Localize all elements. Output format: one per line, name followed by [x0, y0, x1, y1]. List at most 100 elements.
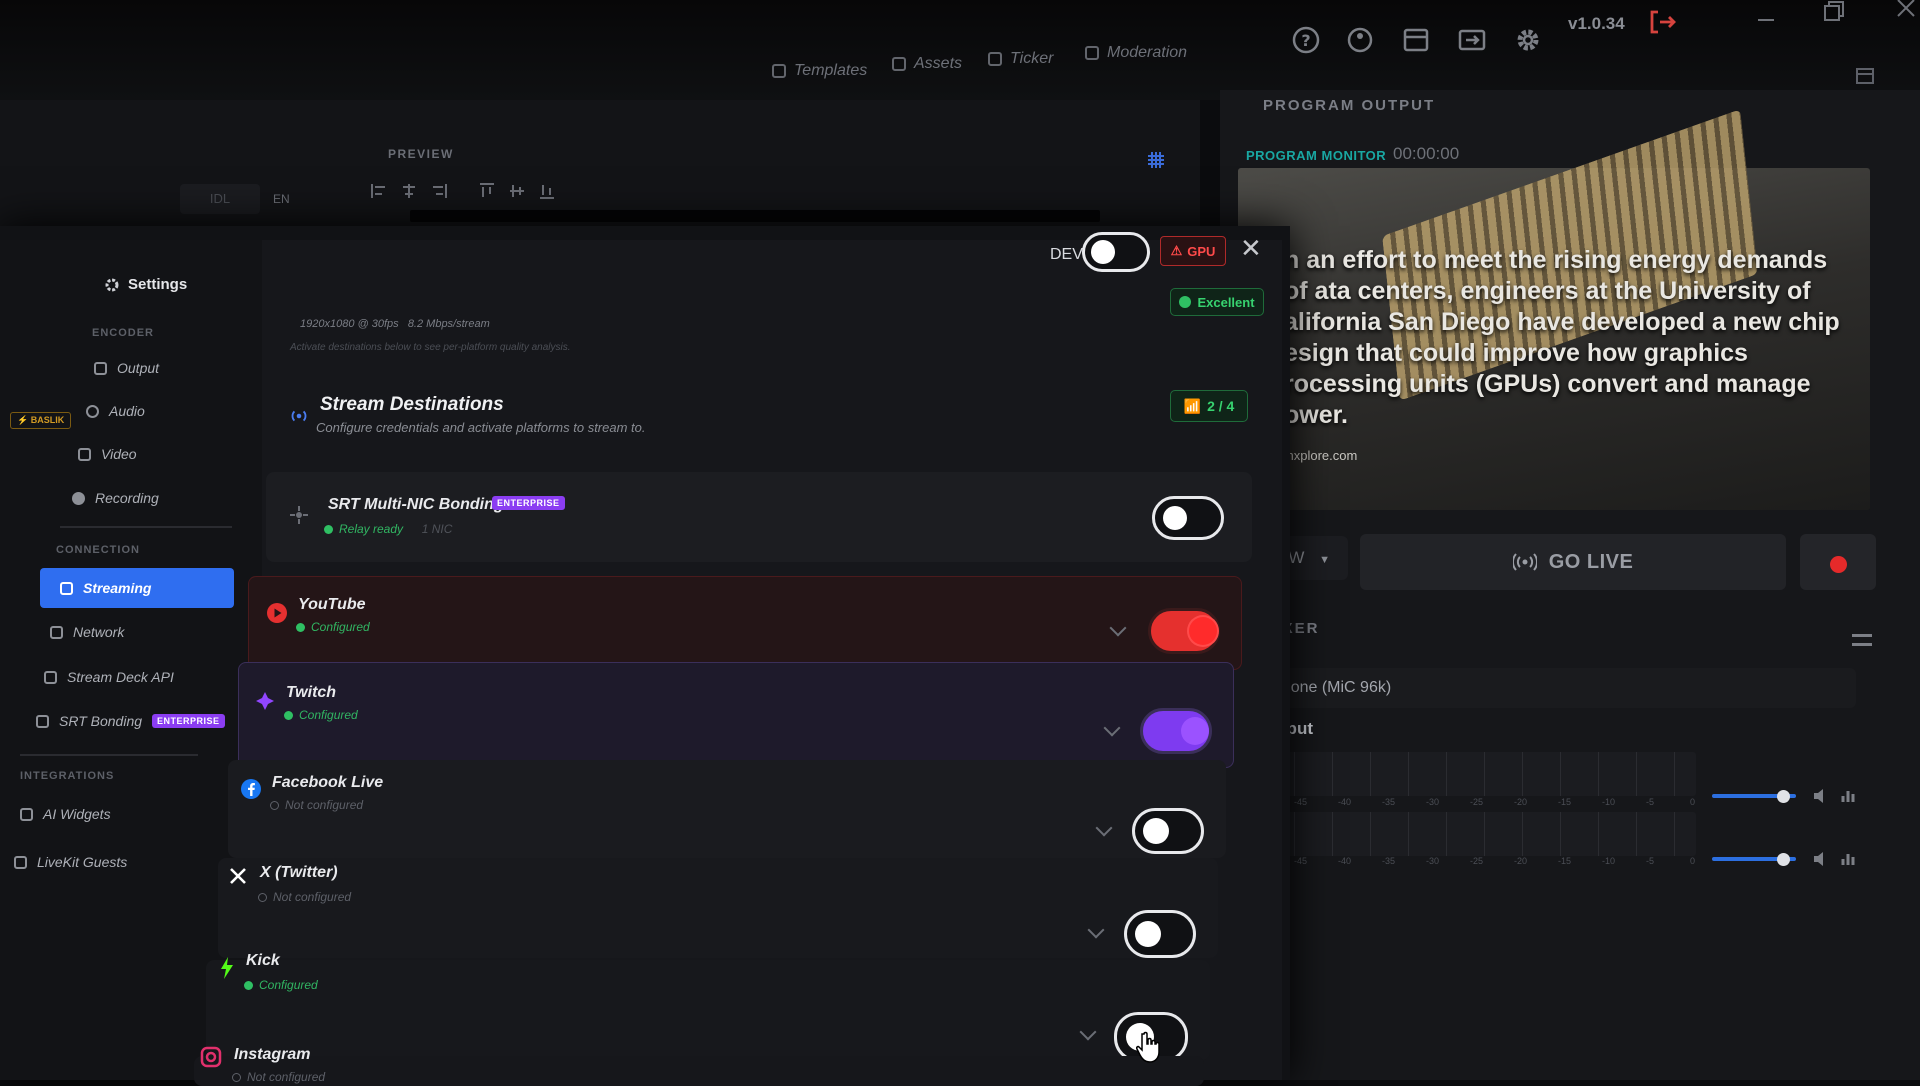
srt-toggle[interactable] [1152, 496, 1224, 540]
minimize-icon[interactable] [1748, 2, 1784, 38]
sidebar-item-label: AI Widgets [43, 806, 111, 822]
transition-icon[interactable] [1454, 22, 1490, 58]
active-count-badge: 📶 2 / 4 [1170, 390, 1248, 422]
sidebar-item-label: Output [117, 360, 160, 376]
destination-status: Configured [244, 978, 318, 992]
x-toggle[interactable] [1124, 910, 1196, 958]
sidebar-item-label: Streaming [83, 580, 152, 596]
sidebar-item-ai-widgets[interactable]: AI Widgets [20, 806, 111, 822]
gpu-warning-badge[interactable]: ⚠ GPU [1160, 236, 1226, 266]
timeline-scrubber[interactable] [410, 210, 1100, 222]
sidebar-item-video[interactable]: Video [78, 446, 137, 462]
sidebar-item-streaming[interactable]: Streaming [40, 568, 234, 608]
go-live-button[interactable]: GO LIVE [1360, 534, 1786, 590]
status-dot-icon [324, 524, 333, 534]
close-window-icon[interactable] [1888, 0, 1920, 26]
sidebar-item-network[interactable]: Network [50, 624, 124, 640]
program-monitor-label: PROGRAM MONITOR [1246, 148, 1387, 163]
input-select[interactable]: l Input [1256, 709, 1856, 749]
record-icon [72, 491, 85, 505]
encoder-section-label: ENCODER [92, 327, 155, 339]
bar-chart-icon[interactable] [1840, 851, 1856, 867]
destination-name: X (Twitter) [260, 864, 338, 881]
help-icon[interactable]: ? [1288, 22, 1324, 58]
microphone-select[interactable]: ophone (MiC 96k) [1256, 668, 1856, 708]
destination-status: Configured [284, 708, 358, 722]
toggle-knob [1091, 240, 1115, 264]
divider [60, 526, 232, 528]
meter-tick-label: -45 [1294, 797, 1308, 807]
nav-moderation[interactable]: Moderation [1085, 44, 1187, 62]
speaker-icon[interactable] [1812, 851, 1830, 867]
film-icon[interactable] [1398, 22, 1434, 58]
align-top-icon[interactable] [478, 182, 496, 200]
twitch-icon [256, 692, 274, 710]
close-icon[interactable]: ✕ [1240, 234, 1262, 262]
sidebar-item-recording[interactable]: Recording [72, 490, 159, 506]
meter-tick-label: -20 [1514, 856, 1528, 866]
facebook-icon [241, 779, 261, 799]
x-twitter-icon [230, 868, 246, 884]
status-badge-text: BASLIK [30, 415, 65, 425]
enterprise-badge: ENTERPRISE [492, 496, 565, 510]
meter-tick-label: -30 [1426, 856, 1440, 866]
caption-input[interactable]: IDL [180, 184, 260, 214]
sidebar-item-label: Network [73, 624, 125, 640]
youtube-toggle[interactable] [1148, 608, 1220, 654]
destination-status-text: Not configured [285, 798, 364, 812]
instagram-icon [200, 1046, 222, 1068]
align-middle-icon[interactable] [508, 182, 526, 200]
broadcast-icon [60, 581, 73, 595]
align-right-icon[interactable] [430, 182, 448, 200]
nav-assets-label: Assets [914, 55, 963, 72]
nav-templates[interactable]: Templates [772, 62, 867, 80]
meter-tick-label: -10 [1602, 856, 1616, 866]
sidebar-item-output[interactable]: Output [94, 360, 159, 376]
popout-icon[interactable] [1856, 68, 1874, 84]
sidebar-item-label: Recording [95, 490, 159, 506]
broadcast-icon: 📶 [1183, 397, 1202, 414]
dev-toggle[interactable] [1082, 232, 1150, 272]
palette-icon[interactable] [1342, 22, 1378, 58]
bitrate-text: 8.2 Mbps/stream [407, 318, 490, 330]
sidebar-item-audio[interactable]: Audio [86, 403, 145, 419]
facebook-toggle[interactable] [1132, 808, 1204, 854]
restore-icon[interactable] [1816, 0, 1852, 30]
destination-status-text: Not configured [247, 1070, 326, 1084]
menu-icon[interactable] [1852, 634, 1872, 646]
meter-tick-label: -45 [1294, 856, 1308, 866]
align-left-icon[interactable] [370, 182, 388, 200]
nav-moderation-label: Moderation [1107, 44, 1188, 61]
integrations-section-label: INTEGRATIONS [20, 770, 115, 782]
sidebar-item-stream-deck-api[interactable]: Stream Deck API [44, 669, 174, 685]
destination-card-x [218, 858, 1218, 958]
news-source: chxplore.com [1280, 448, 1358, 463]
meter-tick-label: 0 [1690, 856, 1696, 866]
destination-name: Twitch [286, 684, 337, 701]
sliders-icon [94, 361, 107, 375]
meter-tick-label: -35 [1382, 797, 1396, 807]
broadcast-icon [1512, 553, 1537, 571]
bar-chart-icon[interactable] [1840, 788, 1856, 804]
grid-icon[interactable] [1146, 150, 1166, 170]
divider [20, 754, 198, 756]
logout-icon[interactable] [1644, 4, 1680, 40]
sidebar-item-srt-bonding[interactable]: SRT Bonding ENTERPRISE [36, 713, 225, 729]
assets-icon [892, 57, 906, 71]
status-badge: ⚡ BASLIK [10, 412, 72, 429]
gear-icon[interactable] [1510, 22, 1546, 58]
nav-ticker[interactable]: Ticker [988, 50, 1053, 68]
sidebar-item-livekit-guests[interactable]: LiveKit Guests [14, 854, 127, 870]
destination-status: Not configured [258, 890, 351, 904]
align-center-icon[interactable] [400, 182, 418, 200]
twitch-toggle[interactable] [1140, 708, 1212, 754]
monitor-icon [78, 447, 91, 461]
align-bottom-icon[interactable] [538, 182, 556, 200]
destination-name: Kick [246, 952, 280, 969]
meter-tick-label: -15 [1558, 797, 1572, 807]
meter-tick-label: -20 [1514, 797, 1528, 807]
speaker-icon[interactable] [1812, 788, 1830, 804]
destinations-subtitle: Configure credentials and activate platf… [316, 420, 646, 435]
language-code[interactable]: EN [273, 192, 290, 206]
nav-assets[interactable]: Assets [892, 55, 962, 73]
